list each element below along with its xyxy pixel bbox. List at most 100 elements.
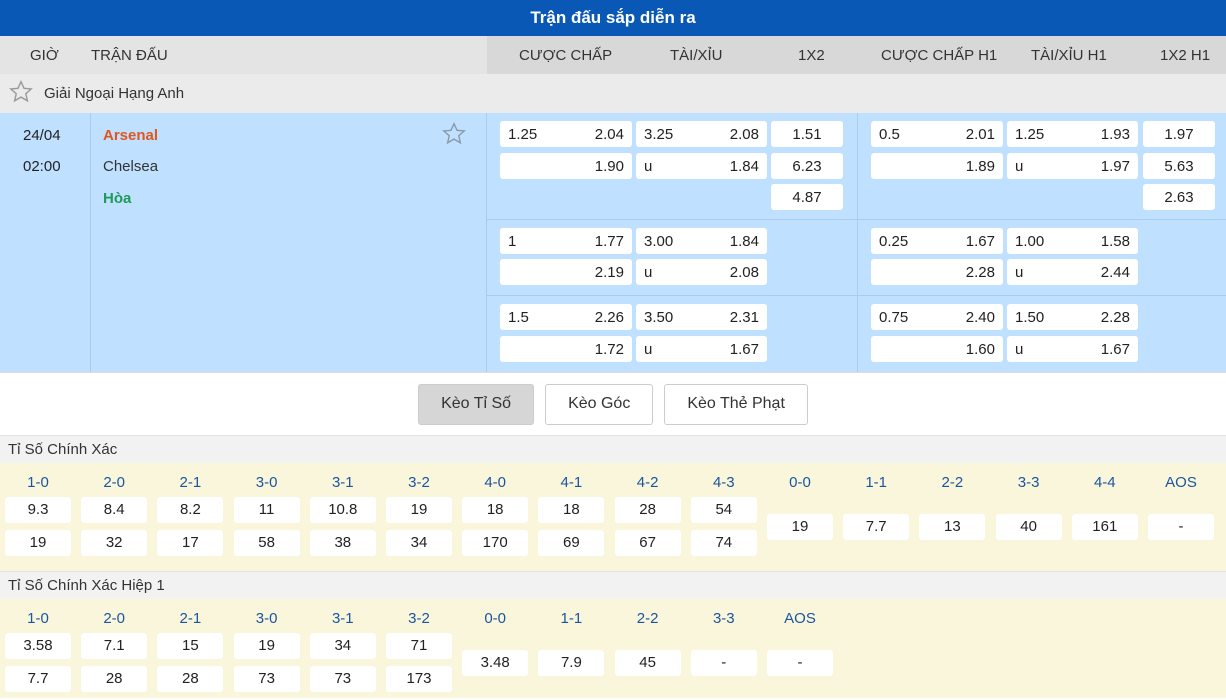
header-1x2-h1: 1X2 H1 bbox=[1160, 47, 1211, 64]
over-h1-odds[interactable]: 1.50 2.28 bbox=[1007, 304, 1138, 330]
handicap-h1-home-odds[interactable]: 0.25 1.67 bbox=[871, 228, 1003, 254]
score-odds-full[interactable]: 3.58 bbox=[5, 633, 71, 659]
score-label: 2-2 bbox=[636, 610, 659, 627]
score-odds-full[interactable]: 18 bbox=[462, 497, 529, 523]
score-odds-full[interactable]: 11 bbox=[233, 497, 300, 523]
score-odds[interactable]: - bbox=[690, 650, 757, 676]
score-odds-alt[interactable]: 74 bbox=[690, 530, 757, 556]
favorite-star-icon[interactable] bbox=[441, 121, 467, 151]
score-odds-alt[interactable]: 73 bbox=[309, 666, 376, 692]
score-odds-full[interactable]: 15 bbox=[157, 633, 224, 659]
header-handicap-h1: CƯỢC CHẤP H1 bbox=[881, 47, 998, 64]
over-odds[interactable]: 3.25 2.08 bbox=[636, 121, 767, 147]
score-odds[interactable]: 7.7 bbox=[843, 514, 910, 540]
score-odds[interactable]: 40 bbox=[995, 514, 1062, 540]
score-label: 3-2 bbox=[408, 474, 430, 491]
score-odds-alt[interactable]: 28 bbox=[157, 666, 224, 692]
score-odds-alt[interactable]: 34 bbox=[386, 530, 452, 556]
odds-1x2-h1-away[interactable]: 5.63 bbox=[1143, 153, 1215, 179]
handicap-h1-away-odds[interactable]: 2.28 bbox=[871, 259, 1003, 285]
handicap-away-odds[interactable]: 1.90 bbox=[500, 153, 632, 179]
score-odds[interactable]: - bbox=[1148, 514, 1214, 540]
score-odds-alt[interactable]: 17 bbox=[157, 530, 224, 556]
section-title-correct-score: Tỉ Số Chính Xác bbox=[0, 435, 1226, 463]
over-h1-odds[interactable]: 1.00 1.58 bbox=[1007, 228, 1138, 254]
over-h1-odds[interactable]: 1.25 1.93 bbox=[1007, 121, 1138, 147]
header-over-under-h1: TÀI/XỈU H1 bbox=[1031, 47, 1107, 64]
handicap-home-odds[interactable]: 1.25 2.04 bbox=[500, 121, 632, 147]
handicap-away-odds[interactable]: 2.19 bbox=[500, 259, 632, 285]
score-odds-alt[interactable]: 19 bbox=[5, 530, 71, 556]
away-team[interactable]: Chelsea bbox=[103, 158, 158, 175]
over-odds[interactable]: 3.00 1.84 bbox=[636, 228, 767, 254]
score-label: 2-0 bbox=[103, 610, 126, 627]
odds-1x2-draw[interactable]: 4.87 bbox=[771, 184, 843, 210]
score-odds-alt[interactable]: 170 bbox=[462, 530, 529, 556]
score-odds-alt[interactable]: 38 bbox=[309, 530, 376, 556]
score-odds-full[interactable]: 7.1 bbox=[81, 633, 148, 659]
score-odds[interactable]: 161 bbox=[1071, 514, 1138, 540]
score-odds-full[interactable]: 10.8 bbox=[309, 497, 376, 523]
score-odds[interactable]: - bbox=[767, 650, 833, 676]
score-label: 3-1 bbox=[331, 474, 354, 491]
handicap-home-odds[interactable]: 1 1.77 bbox=[500, 228, 632, 254]
under-h1-odds[interactable]: u 2.44 bbox=[1007, 259, 1138, 285]
handicap-h1-home-odds[interactable]: 0.75 2.40 bbox=[871, 304, 1003, 330]
score-odds-alt[interactable]: 58 bbox=[233, 530, 300, 556]
score-odds-full[interactable]: 18 bbox=[538, 497, 605, 523]
score-label: 2-1 bbox=[179, 474, 202, 491]
odds-1x2-h1-home[interactable]: 1.97 bbox=[1143, 121, 1215, 147]
handicap-home-odds[interactable]: 1.5 2.26 bbox=[500, 304, 632, 330]
score-odds-alt[interactable]: 32 bbox=[81, 530, 148, 556]
handicap-h1-home-odds[interactable]: 0.5 2.01 bbox=[871, 121, 1003, 147]
score-odds-alt[interactable]: 73 bbox=[233, 666, 300, 692]
score-odds-full[interactable]: 19 bbox=[233, 633, 300, 659]
over-odds[interactable]: 3.50 2.31 bbox=[636, 304, 767, 330]
score-odds[interactable]: 13 bbox=[919, 514, 986, 540]
under-odds[interactable]: u 1.67 bbox=[636, 336, 767, 362]
star-icon[interactable] bbox=[8, 79, 44, 109]
score-odds-full[interactable]: 8.2 bbox=[157, 497, 224, 523]
score-odds[interactable]: 7.9 bbox=[538, 650, 605, 676]
score-odds-alt[interactable]: 7.7 bbox=[5, 666, 71, 692]
under-h1-odds[interactable]: u 1.67 bbox=[1007, 336, 1138, 362]
odds-value: 1.84 bbox=[729, 158, 759, 175]
odds-1x2-home[interactable]: 1.51 bbox=[771, 121, 843, 147]
correct-score-grid: 1-0 9.3 19 2-0 8.4 32 2-1 8.2 17 3-0 11 58 3-1 10.8 38… bbox=[0, 463, 1226, 571]
tab-correct-score[interactable]: Kèo Tỉ Số bbox=[418, 383, 535, 425]
score-odds-alt[interactable]: 69 bbox=[538, 530, 605, 556]
home-team[interactable]: Arsenal bbox=[103, 127, 158, 144]
tab-corners[interactable]: Kèo Góc bbox=[545, 383, 654, 425]
score-label: 3-0 bbox=[255, 610, 278, 627]
odds-1x2-h1-draw[interactable]: 2.63 bbox=[1143, 184, 1215, 210]
handicap-away-odds[interactable]: 1.72 bbox=[500, 336, 632, 362]
score-odds-full[interactable]: 71 bbox=[386, 633, 452, 659]
score-odds[interactable]: 3.48 bbox=[462, 650, 529, 676]
score-odds-alt[interactable]: 173 bbox=[386, 666, 452, 692]
score-label: 1-0 bbox=[27, 474, 49, 491]
under-odds[interactable]: u 1.84 bbox=[636, 153, 767, 179]
score-odds[interactable]: 19 bbox=[767, 514, 833, 540]
score-odds-full[interactable]: 19 bbox=[386, 497, 452, 523]
odds-1x2-away[interactable]: 6.23 bbox=[771, 153, 843, 179]
handicap-h1-away-odds[interactable]: 1.89 bbox=[871, 153, 1003, 179]
score-label: 2-0 bbox=[103, 474, 126, 491]
score-odds-alt[interactable]: 67 bbox=[614, 530, 681, 556]
score-odds-full[interactable]: 34 bbox=[309, 633, 376, 659]
header-handicap: CƯỢC CHẤP bbox=[519, 47, 613, 64]
score-label: AOS bbox=[1165, 474, 1197, 491]
tab-cards[interactable]: Kèo Thẻ Phạt bbox=[664, 383, 808, 425]
score-odds[interactable]: 45 bbox=[614, 650, 681, 676]
score-odds-full[interactable]: 8.4 bbox=[81, 497, 148, 523]
market-tabs: Kèo Tỉ Số Kèo Góc Kèo Thẻ Phạt bbox=[0, 372, 1226, 435]
handicap-h1-away-odds[interactable]: 1.60 bbox=[871, 336, 1003, 362]
score-odds-full[interactable]: 9.3 bbox=[5, 497, 71, 523]
match-row: 24/04 02:00 Arsenal Chelsea Hòa 1.25 2.04… bbox=[0, 113, 1226, 372]
score-odds-alt[interactable]: 28 bbox=[81, 666, 148, 692]
league-row[interactable]: Giải Ngoại Hạng Anh bbox=[0, 74, 1226, 113]
header-over-under: TÀI/XỈU bbox=[670, 47, 723, 64]
score-odds-full[interactable]: 28 bbox=[614, 497, 681, 523]
score-odds-full[interactable]: 54 bbox=[690, 497, 757, 523]
under-odds[interactable]: u 2.08 bbox=[636, 259, 767, 285]
under-h1-odds[interactable]: u 1.97 bbox=[1007, 153, 1138, 179]
